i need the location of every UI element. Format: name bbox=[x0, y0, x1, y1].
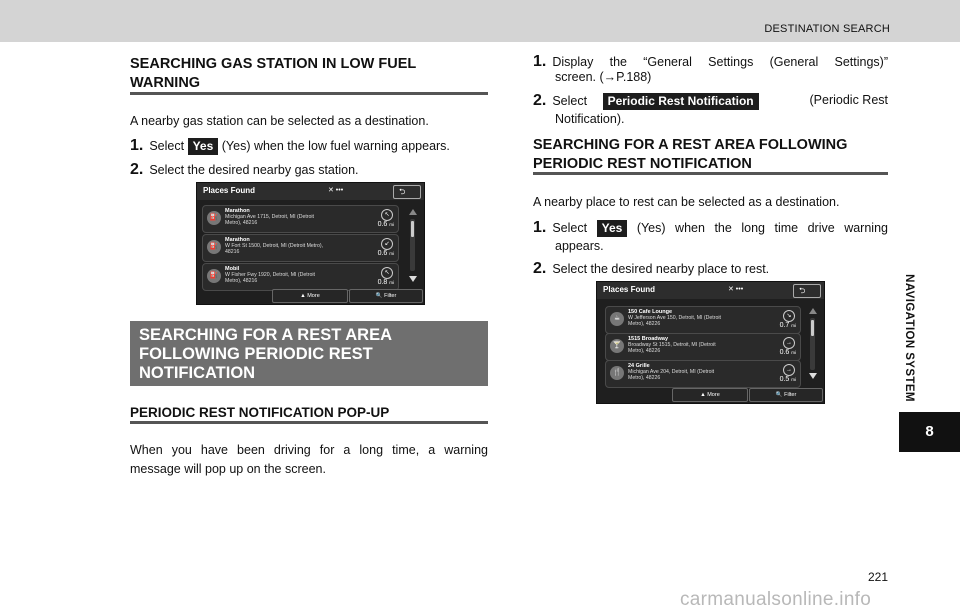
back-button[interactable]: ⮌ bbox=[393, 185, 421, 199]
screen-footer: ▲ More 🔍 Filter bbox=[597, 388, 824, 403]
list-item[interactable]: ☕ 150 Cafe Lounge W Jefferson Ave 150, D… bbox=[605, 306, 801, 334]
direction-arrow-icon: ↘ bbox=[783, 310, 795, 322]
list-item[interactable]: 🍸 1515 Broadway Broadway St 1515, Detroi… bbox=[605, 333, 801, 361]
popup-para-line1: When you have been driving for a long ti… bbox=[130, 443, 488, 457]
header-bar: DESTINATION SEARCH bbox=[0, 0, 960, 42]
gas-intro: A nearby gas station can be selected as … bbox=[130, 114, 429, 128]
status-icons: ✕ ••• bbox=[728, 286, 744, 293]
screen-title: Places Found bbox=[603, 285, 656, 294]
heading-rule bbox=[130, 421, 488, 424]
heading-rule bbox=[533, 172, 888, 175]
direction-arrow-icon: → bbox=[783, 337, 795, 349]
distance: 0.6 mi bbox=[377, 250, 394, 257]
periodic-rest-notification-button[interactable]: Periodic Rest Notification bbox=[602, 93, 759, 111]
distance: 0.7 mi bbox=[779, 322, 796, 329]
scrollbar[interactable] bbox=[410, 219, 415, 271]
yes-button[interactable]: Yes bbox=[187, 138, 219, 156]
gray-section-banner: SEARCHING FOR A REST AREA FOLLOWING PERI… bbox=[130, 321, 488, 386]
places-found-screen-gas: Places Found ✕ ••• ⮌ ⛽ Marathon Michigan… bbox=[196, 182, 425, 305]
rest-intro: A nearby place to rest can be selected a… bbox=[533, 195, 840, 209]
distance: 0.8 mi bbox=[377, 279, 394, 286]
screen-header: Places Found ✕ ••• ⮌ bbox=[597, 282, 824, 299]
heading-rest-area: SEARCHING FOR A REST AREA FOLLOWING PERI… bbox=[533, 137, 848, 172]
chapter-tab[interactable]: 8 bbox=[899, 412, 960, 452]
scroll-down-icon[interactable] bbox=[809, 373, 817, 379]
gas-pump-icon: ⛽ bbox=[207, 240, 221, 254]
yes-button[interactable]: Yes bbox=[596, 220, 628, 238]
list-item[interactable]: ⛽ Mobil W Fisher Fwy 1920, Detroit, MI (… bbox=[202, 263, 399, 291]
more-button[interactable]: ▲ More bbox=[272, 289, 348, 303]
gas-step-2: 2. Select the desired nearby gas station. bbox=[130, 161, 359, 178]
direction-arrow-icon: ↖ bbox=[381, 267, 393, 279]
distance: 0.5 mi bbox=[779, 376, 796, 383]
scroll-down-icon[interactable] bbox=[409, 276, 417, 282]
cafe-icon: ☕ bbox=[610, 312, 624, 326]
scrollbar[interactable] bbox=[810, 318, 815, 370]
direction-arrow-icon: ↖ bbox=[381, 209, 393, 221]
status-icons: ✕ ••• bbox=[328, 187, 344, 194]
heading-gas-station: SEARCHING GAS STATION IN LOW FUEL WARNIN… bbox=[130, 56, 416, 91]
scroll-up-icon[interactable] bbox=[409, 209, 417, 215]
settings-step-2-cont: Notification). bbox=[555, 112, 625, 126]
rest-step-1-cont: appears. bbox=[555, 239, 604, 253]
heading-popup: PERIODIC REST NOTIFICATION POP-UP bbox=[130, 405, 390, 420]
side-chapter-label: NAVIGATION SYSTEM bbox=[903, 274, 915, 402]
list-item[interactable]: 🍴 24 Grille Michigan Ave 204, Detroit, M… bbox=[605, 360, 801, 388]
scroll-thumb[interactable] bbox=[811, 320, 814, 336]
back-button[interactable]: ⮌ bbox=[793, 284, 821, 298]
watermark: carmanualsonline.info bbox=[680, 589, 872, 610]
settings-step-1-cont: screen. (→P.188) bbox=[555, 70, 652, 84]
screen-header: Places Found ✕ ••• ⮌ bbox=[197, 183, 424, 200]
distance: 0.6 mi bbox=[377, 221, 394, 228]
rest-step-2: 2. Select the desired nearby place to res… bbox=[533, 260, 770, 277]
bar-icon: 🍸 bbox=[610, 339, 624, 353]
list-item[interactable]: ⛽ Marathon Michigan Ave 1715, Detroit, M… bbox=[202, 205, 399, 233]
filter-button[interactable]: 🔍 Filter bbox=[749, 388, 823, 402]
rest-step-1: 1. Select Yes (Yes) when the long time dr… bbox=[533, 219, 888, 238]
screen-footer: ▲ More 🔍 Filter bbox=[197, 289, 424, 304]
scroll-up-icon[interactable] bbox=[809, 308, 817, 314]
page-number: 221 bbox=[868, 570, 889, 584]
gas-step-1: 1. Select Yes (Yes) when the low fuel war… bbox=[130, 137, 450, 156]
popup-para-line2: message will pop up on the screen. bbox=[130, 462, 326, 476]
list-item[interactable]: ⛽ Marathon W Fort St 1500, Detroit, MI (… bbox=[202, 234, 399, 262]
back-arrow-icon: ⮌ bbox=[799, 286, 806, 295]
filter-button[interactable]: 🔍 Filter bbox=[349, 289, 423, 303]
section-title: DESTINATION SEARCH bbox=[764, 23, 890, 35]
back-arrow-icon: ⮌ bbox=[399, 187, 406, 196]
scroll-thumb[interactable] bbox=[411, 221, 414, 237]
direction-arrow-icon: → bbox=[783, 364, 795, 376]
heading-rule bbox=[130, 92, 488, 95]
direction-arrow-icon: ↙ bbox=[381, 238, 393, 250]
distance: 0.6 mi bbox=[779, 349, 796, 356]
gas-pump-icon: ⛽ bbox=[207, 269, 221, 283]
more-button[interactable]: ▲ More bbox=[672, 388, 748, 402]
gas-pump-icon: ⛽ bbox=[207, 211, 221, 225]
restaurant-icon: 🍴 bbox=[610, 366, 624, 380]
settings-step-2: 2. Select Periodic Rest Notification (Per… bbox=[533, 92, 888, 111]
places-found-screen-rest: Places Found ✕ ••• ⮌ ☕ 150 Cafe Lounge W… bbox=[596, 281, 825, 404]
screen-title: Places Found bbox=[203, 186, 256, 195]
